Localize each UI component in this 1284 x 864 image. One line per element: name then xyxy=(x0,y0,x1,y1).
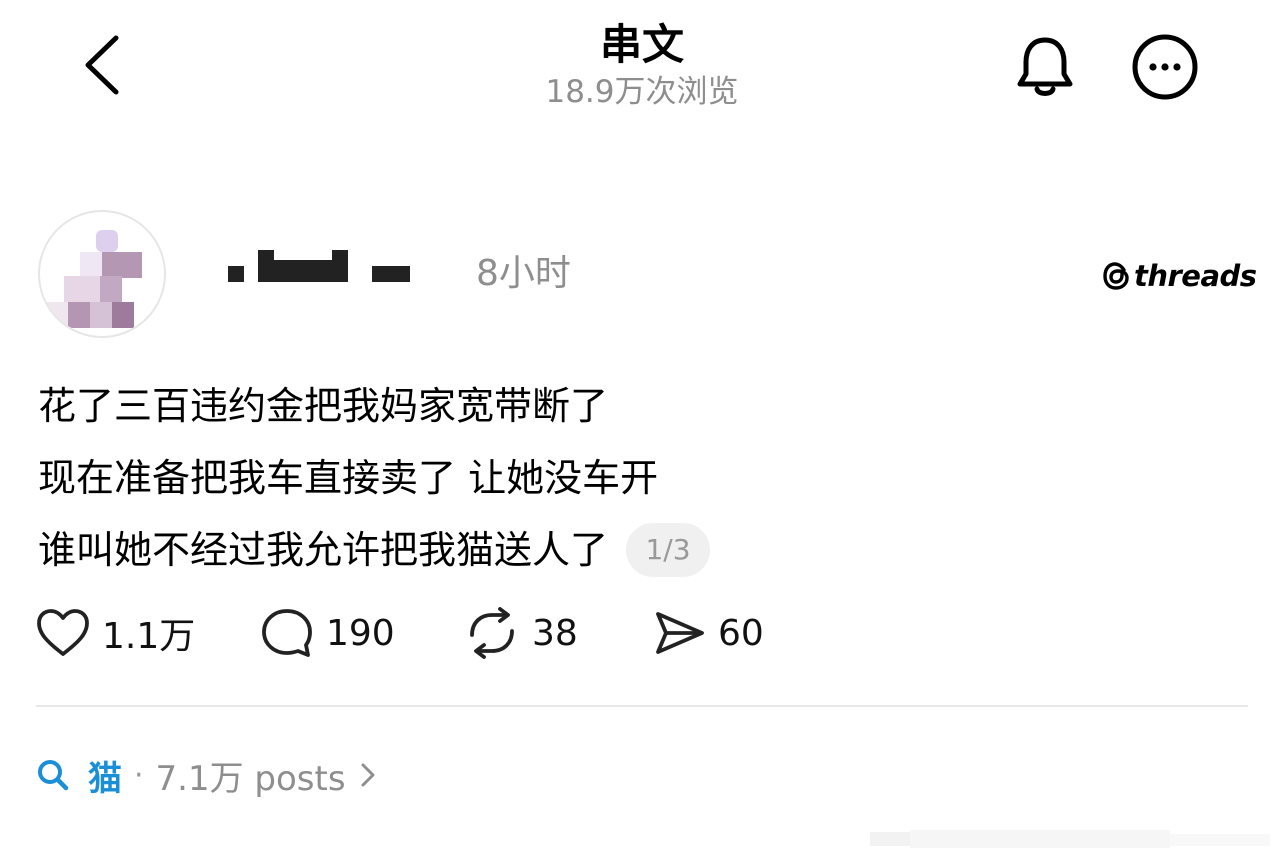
username-redacted[interactable] xyxy=(222,240,442,292)
like-button[interactable]: 1.1万 xyxy=(36,598,195,668)
header-title-block: 串文 18.9万次浏览 xyxy=(442,18,842,112)
post-line: 现在准备把我车直接卖了 让她没车开 xyxy=(38,442,1238,514)
threads-brand: threads xyxy=(1102,256,1257,296)
post-timestamp: 8小时 xyxy=(476,253,571,294)
page-title: 串文 xyxy=(599,20,684,69)
share-count: 60 xyxy=(718,612,764,654)
post-body: 花了三百违约金把我妈家宽带断了 现在准备把我车直接卖了 让她没车开 谁叫她不经过… xyxy=(38,370,1238,586)
topic-separator: · xyxy=(134,757,144,793)
repost-button[interactable]: 38 xyxy=(464,598,578,668)
watermark-shadow xyxy=(870,830,1270,848)
post-line: 花了三百违约金把我妈家宽带断了 xyxy=(38,370,1238,442)
threads-logo-icon xyxy=(1103,262,1129,290)
post-line: 谁叫她不经过我允许把我猫送人了 1/3 xyxy=(38,514,1238,586)
topic-link[interactable]: 猫 · 7.1万 posts xyxy=(36,748,376,802)
share-button[interactable]: 60 xyxy=(652,598,764,668)
post-actions: 1.1万 190 38 60 xyxy=(36,598,936,668)
search-icon xyxy=(38,760,69,791)
post-line-text: 谁叫她不经过我允许把我猫送人了 xyxy=(38,528,609,572)
post-line-text: 花了三百违约金把我妈家宽带断了 xyxy=(38,384,609,428)
like-count: 1.1万 xyxy=(102,616,196,657)
heart-icon xyxy=(37,609,89,656)
more-options-button[interactable] xyxy=(1128,30,1202,104)
send-icon xyxy=(656,612,704,654)
topic-name: 猫 xyxy=(88,758,122,799)
view-count: 18.9万次浏览 xyxy=(545,74,739,110)
repost-icon xyxy=(470,607,514,659)
comment-count: 190 xyxy=(326,612,395,654)
chevron-left-icon xyxy=(85,35,119,95)
comment-bubble-icon xyxy=(262,609,312,657)
post-line-text: 现在准备把我车直接卖了 让她没车开 xyxy=(38,456,659,500)
page-indicator-badge: 1/3 xyxy=(626,523,711,577)
divider xyxy=(36,705,1248,707)
more-horizontal-icon xyxy=(1132,34,1198,100)
chevron-right-icon xyxy=(361,763,375,787)
avatar[interactable] xyxy=(38,210,166,338)
back-button[interactable] xyxy=(70,30,130,100)
repost-count: 38 xyxy=(532,612,578,654)
top-bar: 串文 18.9万次浏览 xyxy=(0,0,1284,130)
topic-post-count: 7.1万 posts xyxy=(155,758,346,799)
comment-button[interactable]: 190 xyxy=(260,598,395,668)
brand-label: threads xyxy=(1134,259,1257,293)
notification-button[interactable] xyxy=(1008,30,1082,104)
bell-icon xyxy=(1017,37,1073,96)
